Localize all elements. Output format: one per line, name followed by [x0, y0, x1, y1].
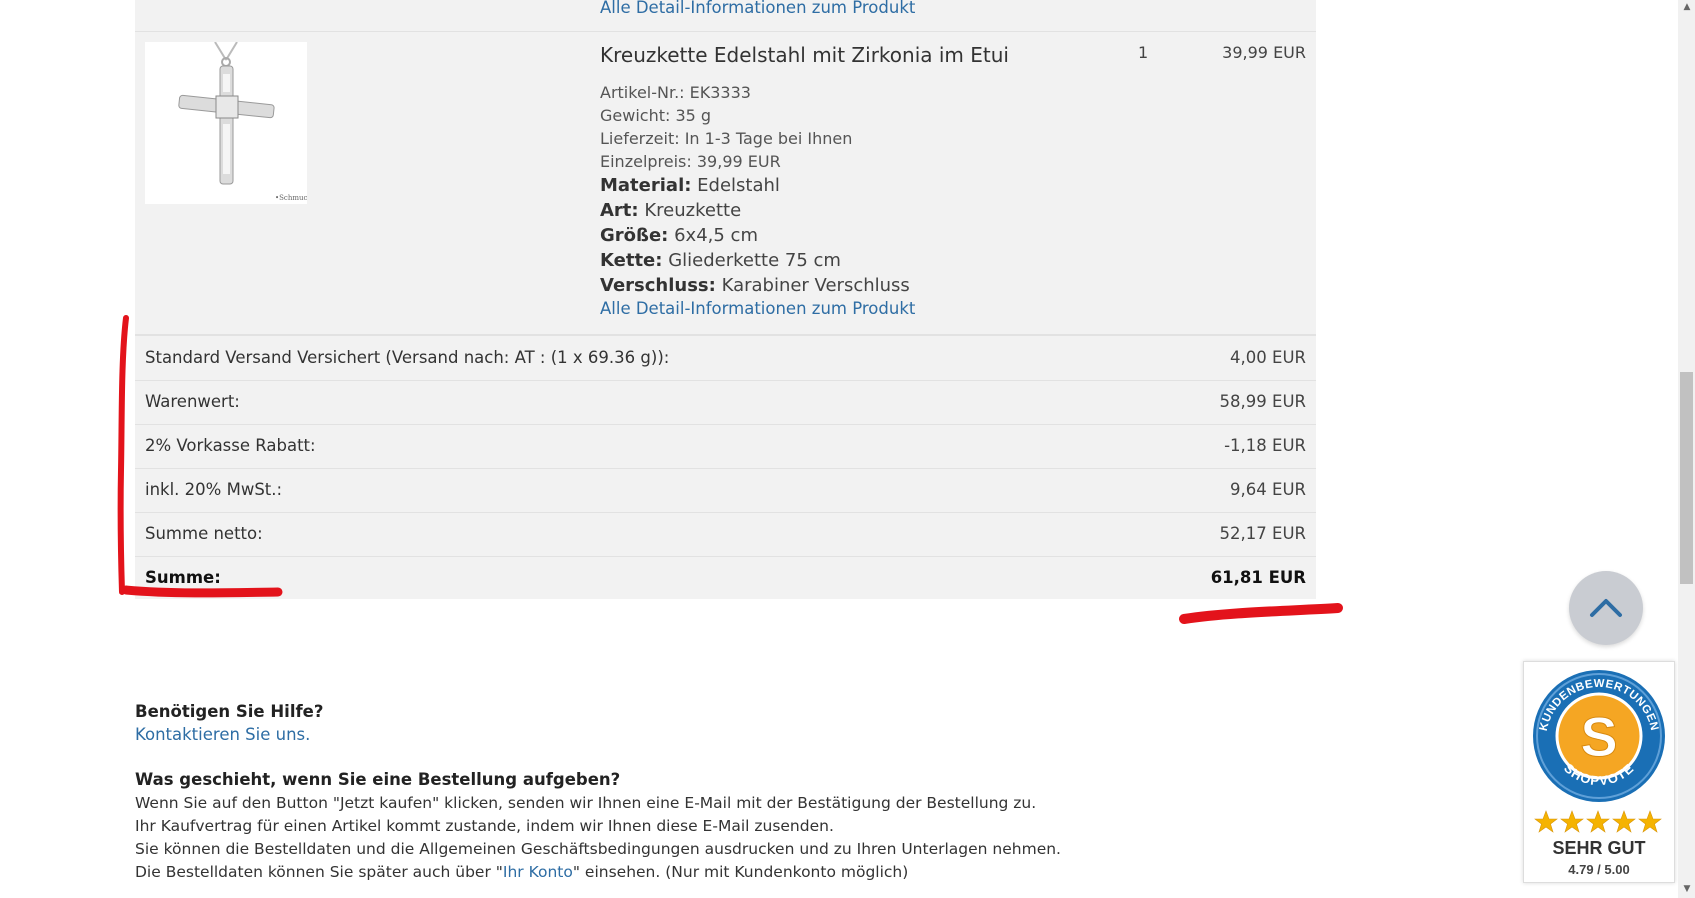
product-attribute-size: Größe: 6x4,5 cm	[600, 225, 758, 246]
summary-value: 9,64 EUR	[1230, 480, 1306, 499]
help-title: Benötigen Sie Hilfe?	[135, 702, 324, 721]
summary-row-shipping: Standard Versand Versichert (Versand nac…	[135, 336, 1316, 380]
faq-title: Was geschieht, wenn Sie eine Bestellung …	[135, 770, 621, 789]
cross-pendant-icon: •Schmuck	[145, 41, 312, 204]
rating-label: SEHR GUT	[1552, 838, 1646, 858]
product-image: •Schmuck	[145, 41, 312, 204]
star-icon	[1638, 810, 1662, 833]
product-detail-link[interactable]: Alle Detail-Informationen zum Produkt	[600, 299, 915, 318]
summary-row-discount: 2% Vorkasse Rabatt: -1,18 EUR	[135, 424, 1316, 468]
chevron-up-icon	[1590, 599, 1622, 617]
product-attribute-material: Material: Edelstahl	[600, 175, 780, 196]
faq-text-line: Wenn Sie auf den Button "Jetzt kaufen" k…	[135, 794, 1037, 812]
summary-row-vat: inkl. 20% MwSt.: 9,64 EUR	[135, 468, 1316, 512]
faq-text-line: Die Bestelldaten können Sie später auch …	[135, 863, 909, 881]
product-attribute-chain: Kette: Gliederkette 75 cm	[600, 250, 841, 271]
summary-label: Summe netto:	[145, 524, 263, 543]
faq-text-line: Sie können die Bestelldaten und die Allg…	[135, 840, 1061, 858]
summary-label: 2% Vorkasse Rabatt:	[145, 436, 316, 455]
row-divider	[135, 31, 1316, 32]
order-items-panel: Alle Detail-Informationen zum Produkt •S…	[135, 0, 1316, 599]
summary-total-value: 61,81 EUR	[1210, 568, 1306, 587]
product-attribute-clasp: Verschluss: Karabiner Verschluss	[600, 275, 910, 296]
star-icon	[1612, 810, 1636, 833]
star-icon	[1560, 810, 1584, 833]
account-link[interactable]: Ihr Konto	[503, 863, 573, 881]
product-quantity: 1	[1138, 43, 1149, 62]
summary-value: -1,18 EUR	[1224, 436, 1306, 455]
shopvote-badge[interactable]: KUNDENBEWERTUNGEN SHOPVOTE S SEHR GUT 4.…	[1523, 661, 1675, 883]
summary-row-net-total: Summe netto: 52,17 EUR	[135, 512, 1316, 556]
scroll-up-arrow-icon[interactable]: ▲	[1681, 2, 1693, 14]
summary-value: 52,17 EUR	[1219, 524, 1306, 543]
svg-text:•Schmuck: •Schmuck	[275, 194, 307, 202]
summary-value: 58,99 EUR	[1219, 392, 1306, 411]
summary-label: inkl. 20% MwSt.:	[145, 480, 283, 499]
summary-row-goods-value: Warenwert: 58,99 EUR	[135, 380, 1316, 424]
star-icon	[1534, 810, 1558, 833]
scrollbar-thumb[interactable]	[1680, 372, 1693, 584]
product-unit-price: Einzelpreis: 39,99 EUR	[600, 152, 781, 171]
rating-score: 4.79 / 5.00	[1568, 862, 1630, 877]
star-icon	[1586, 810, 1610, 833]
product-article-number: Artikel-Nr.: EK3333	[600, 83, 751, 102]
product-price: 39,99 EUR	[1222, 43, 1306, 62]
summary-value: 4,00 EUR	[1230, 348, 1306, 367]
summary-total-label: Summe:	[145, 568, 221, 587]
contact-link[interactable]: Kontaktieren Sie uns.	[135, 725, 310, 744]
product-title[interactable]: Kreuzkette Edelstahl mit Zirkonia im Etu…	[600, 43, 1009, 67]
product-attribute-type: Art: Kreuzkette	[600, 200, 742, 221]
summary-label: Standard Versand Versichert (Versand nac…	[145, 348, 670, 367]
faq-text-line: Ihr Kaufvertrag für einen Artikel kommt …	[135, 817, 834, 835]
previous-product-detail-link[interactable]: Alle Detail-Informationen zum Produkt	[600, 0, 915, 17]
shopvote-seal-icon: KUNDENBEWERTUNGEN SHOPVOTE S	[1533, 670, 1665, 802]
product-weight: Gewicht: 35 g	[600, 106, 712, 125]
summary-label: Warenwert:	[145, 392, 240, 411]
scroll-down-arrow-icon[interactable]: ▼	[1681, 884, 1693, 896]
product-delivery-time: Lieferzeit: In 1-3 Tage bei Ihnen	[600, 129, 853, 148]
scroll-to-top-button[interactable]	[1569, 571, 1643, 645]
rating-stars	[1534, 810, 1664, 834]
summary-row-total: Summe: 61,81 EUR	[135, 556, 1316, 600]
svg-text:S: S	[1580, 705, 1617, 768]
